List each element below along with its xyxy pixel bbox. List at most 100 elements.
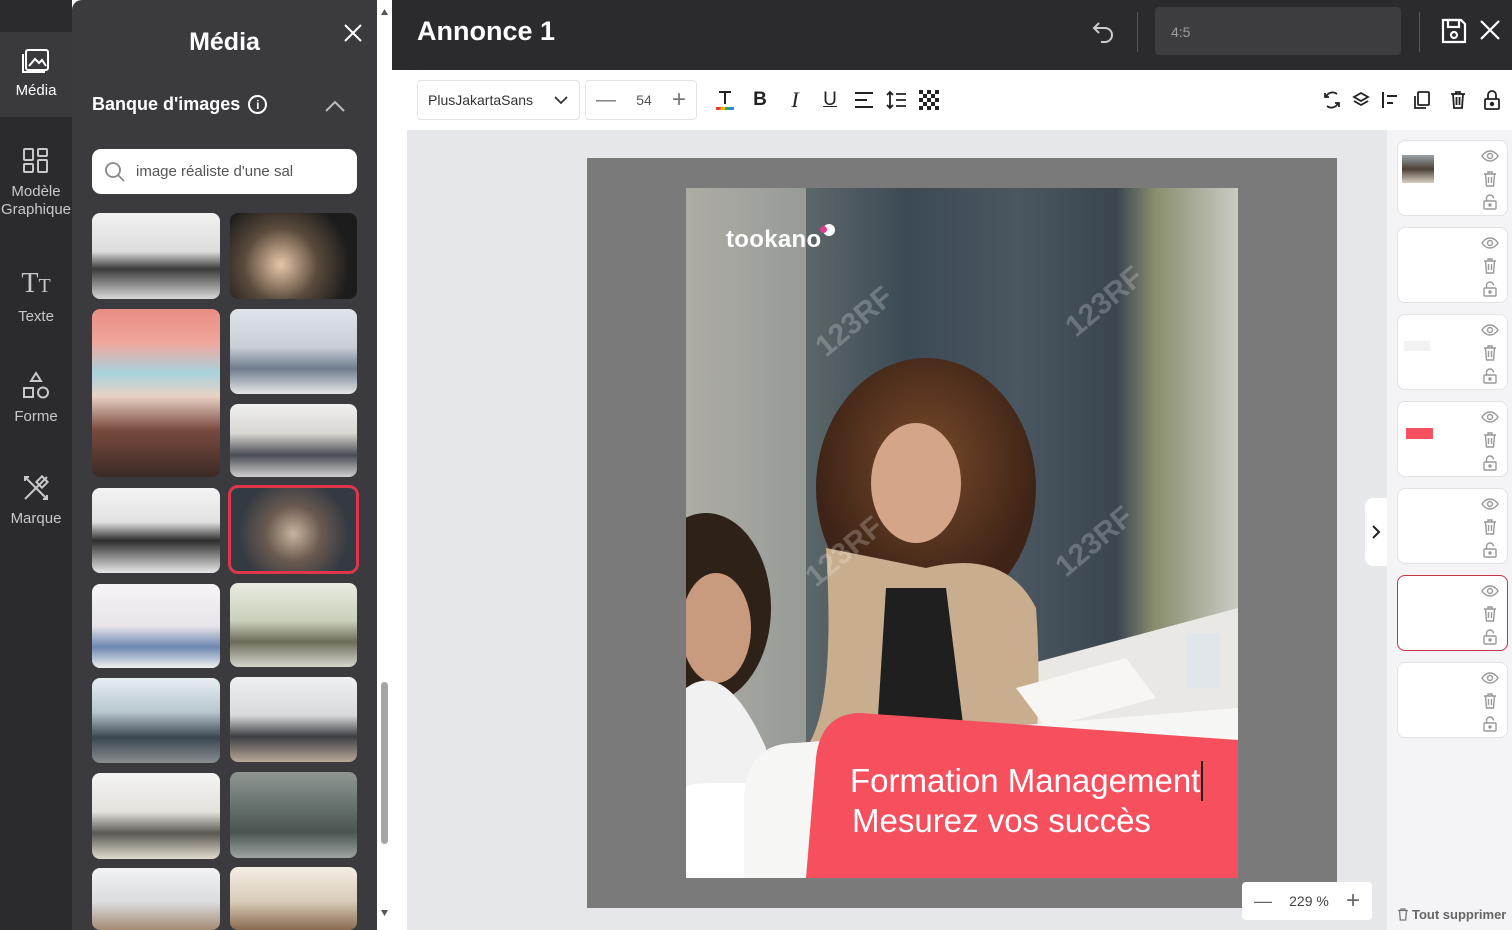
layers-icon[interactable]	[1350, 89, 1372, 111]
image-thumbnail[interactable]	[92, 488, 220, 573]
transparency-icon[interactable]	[918, 89, 940, 111]
nav-media-label: Média	[15, 82, 57, 99]
layer-item[interactable]	[1397, 488, 1508, 564]
layer-delete-trash-icon[interactable]	[1481, 344, 1499, 362]
layer-item-selected[interactable]	[1397, 575, 1508, 651]
image-thumbnail[interactable]	[230, 213, 357, 299]
layer-item[interactable]	[1397, 227, 1508, 303]
layer-thumbnail	[1402, 155, 1434, 183]
zoom-control: — 229 % +	[1242, 882, 1372, 920]
ratio-selector[interactable]: 4:5	[1155, 7, 1401, 55]
layer-lock-icon[interactable]	[1481, 715, 1499, 733]
layer-item[interactable]	[1397, 401, 1508, 477]
design-card[interactable]: 123RF 123RF 123RF 123RF tookano Formatio…	[686, 188, 1238, 878]
layer-visibility-eye-icon[interactable]	[1481, 669, 1499, 687]
text-color-icon[interactable]	[714, 89, 736, 111]
image-thumbnail[interactable]	[230, 772, 357, 858]
scroll-down-icon[interactable]	[380, 909, 389, 917]
nav-text[interactable]: TT Texte	[0, 268, 72, 326]
duplicate-icon[interactable]	[1411, 89, 1433, 111]
layer-item[interactable]	[1397, 140, 1508, 216]
layer-item[interactable]	[1397, 662, 1508, 738]
layer-lock-icon[interactable]	[1481, 280, 1499, 298]
image-thumbnail[interactable]	[230, 867, 357, 930]
zoom-value[interactable]: 229 %	[1289, 893, 1329, 909]
image-thumbnail[interactable]	[92, 309, 220, 477]
nav-shape-label: Forme	[14, 408, 58, 425]
image-thumbnail[interactable]	[230, 677, 357, 762]
headline-line-2[interactable]: Mesurez vos succès	[852, 801, 1151, 841]
image-thumbnail[interactable]	[92, 213, 220, 299]
editor-area: PlusJakartaSans — 54 + B I U 123RF 123RF…	[407, 70, 1512, 930]
image-thumbnail[interactable]	[230, 583, 357, 667]
plus-icon[interactable]: +	[672, 88, 686, 112]
layer-visibility-eye-icon[interactable]	[1481, 234, 1499, 252]
close-icon[interactable]	[340, 20, 366, 46]
image-thumbnail[interactable]	[230, 309, 357, 394]
undo-icon[interactable]	[1090, 18, 1116, 44]
document-title[interactable]: Annonce 1	[417, 16, 555, 47]
layer-lock-icon[interactable]	[1481, 628, 1499, 646]
search-input[interactable]	[136, 163, 336, 180]
layer-visibility-eye-icon[interactable]	[1481, 321, 1499, 339]
save-icon[interactable]	[1439, 16, 1469, 46]
info-icon[interactable]: i	[248, 95, 268, 114]
font-size-value[interactable]: 54	[636, 92, 652, 108]
nav-shape[interactable]: Forme	[0, 370, 72, 426]
font-select[interactable]: PlusJakartaSans	[417, 80, 580, 120]
lock-icon[interactable]	[1481, 89, 1503, 111]
bank-label: Banque d'images	[92, 94, 241, 114]
layer-lock-icon[interactable]	[1481, 454, 1499, 472]
layer-delete-trash-icon[interactable]	[1481, 257, 1499, 275]
image-thumbnail[interactable]	[230, 404, 357, 477]
layer-visibility-eye-icon[interactable]	[1481, 147, 1499, 165]
nav-media[interactable]: Média	[0, 32, 72, 117]
align-left-icon[interactable]	[1379, 89, 1401, 111]
scroll-thumb[interactable]	[381, 682, 388, 844]
scroll-up-icon[interactable]	[380, 8, 389, 16]
zoom-in-icon[interactable]: +	[1346, 889, 1360, 913]
layer-delete-trash-icon[interactable]	[1481, 170, 1499, 188]
flip-icon[interactable]	[1321, 89, 1343, 111]
logo-accent-dot	[820, 226, 827, 233]
image-thumbnail[interactable]	[92, 678, 220, 763]
panel-title: Média	[189, 28, 260, 56]
layer-delete-trash-icon[interactable]	[1481, 605, 1499, 623]
headline-line-1[interactable]: Formation Management	[850, 761, 1204, 801]
underline-icon[interactable]: U	[819, 89, 841, 111]
layer-lock-icon[interactable]	[1481, 541, 1499, 559]
layer-delete-trash-icon[interactable]	[1481, 431, 1499, 449]
brand-logo-text: tookano	[726, 226, 822, 253]
image-thumbnail-selected[interactable]	[228, 485, 359, 574]
layer-visibility-eye-icon[interactable]	[1481, 582, 1499, 600]
trash-icon[interactable]	[1447, 89, 1469, 111]
nav-text-label: Texte	[18, 308, 54, 325]
minus-icon[interactable]: —	[596, 89, 616, 112]
close-icon[interactable]	[1477, 17, 1503, 43]
zoom-out-icon[interactable]: —	[1254, 891, 1272, 912]
brand-tools-icon	[24, 474, 50, 500]
italic-icon[interactable]: I	[784, 87, 806, 112]
layer-delete-trash-icon[interactable]	[1481, 518, 1499, 536]
align-icon[interactable]	[853, 89, 875, 111]
layer-delete-trash-icon[interactable]	[1481, 692, 1499, 710]
layer-visibility-eye-icon[interactable]	[1481, 408, 1499, 426]
image-thumbnail[interactable]	[92, 868, 220, 930]
shapes-icon	[23, 371, 49, 399]
layer-lock-icon[interactable]	[1481, 193, 1499, 211]
layer-item[interactable]	[1397, 314, 1508, 390]
bold-icon[interactable]: B	[749, 89, 771, 111]
layer-lock-icon[interactable]	[1481, 367, 1499, 385]
nav-template[interactable]: Modèle Graphique	[0, 145, 72, 219]
line-height-icon[interactable]	[886, 89, 908, 111]
image-gallery-icon	[22, 49, 49, 73]
top-bar: Annonce 1 4:5	[392, 0, 1512, 70]
expand-layers-button[interactable]	[1365, 498, 1387, 566]
nav-brand[interactable]: Marque	[0, 472, 72, 528]
image-thumbnail[interactable]	[92, 584, 220, 668]
layer-visibility-eye-icon[interactable]	[1481, 495, 1499, 513]
chevron-up-icon[interactable]	[322, 96, 348, 116]
text-toolbar: PlusJakartaSans — 54 + B I U	[407, 70, 1512, 130]
clear-all-button[interactable]: Tout supprimer	[1397, 907, 1506, 922]
image-thumbnail[interactable]	[92, 773, 220, 859]
